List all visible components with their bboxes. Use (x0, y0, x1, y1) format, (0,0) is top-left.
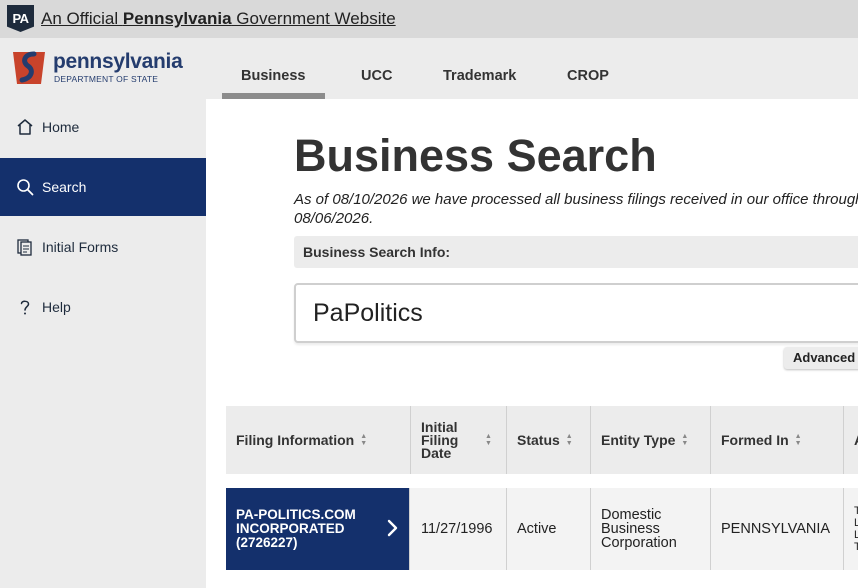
advanced-search-button[interactable]: Advanced (784, 347, 858, 369)
processing-notice: As of 08/10/2026 we have processed all b… (294, 191, 858, 227)
business-search-input[interactable]: PaPolitics (294, 283, 858, 343)
status-cell: Active (507, 488, 591, 570)
sidebar-item-label: Home (42, 119, 80, 135)
column-header-label: A (854, 433, 858, 447)
table-row[interactable]: PA-POLITICS.COM INCORPORATED (2726227) 1… (226, 488, 858, 570)
initial-filing-date-cell: 11/27/1996 (411, 488, 507, 570)
column-header-label: Filing Information (236, 431, 355, 448)
sort-arrows-icon: ▲ ▼ (681, 433, 689, 447)
logo-wordmark: pennsylvania (53, 50, 183, 73)
filing-info-text: PA-POLITICS.COM INCORPORATED (2726227) (236, 507, 356, 550)
sidebar-item-help[interactable]: Help (0, 278, 206, 336)
search-icon (17, 179, 34, 196)
tab-trademark[interactable]: Trademark (443, 68, 516, 84)
column-header-next[interactable]: A (844, 406, 858, 474)
tab-business[interactable]: Business (241, 68, 305, 84)
column-header-entity-type[interactable]: Entity Type ▲ ▼ (591, 406, 711, 474)
sort-arrows-icon: ▲ ▼ (485, 433, 492, 447)
banner-state: Pennsylvania (122, 9, 232, 28)
sidebar-item-home[interactable]: Home (0, 98, 206, 156)
dos-logo[interactable]: pennsylvania DEPARTMENT OF STATE (10, 46, 200, 88)
column-header-filing-information[interactable]: Filing Information ▲ ▼ (226, 406, 411, 474)
sort-arrows-icon: ▲ ▼ (565, 433, 573, 447)
column-header-initial-filing-date[interactable]: Initial Filing Date ▲ ▼ (411, 406, 507, 474)
help-icon (20, 300, 30, 315)
banner-suffix: Government Website (231, 9, 396, 28)
column-header-label: Formed In (721, 431, 789, 448)
chevron-right-icon (387, 519, 398, 537)
home-icon (17, 119, 33, 135)
sidebar-item-label: Search (42, 179, 87, 195)
official-site-banner: PA An Official Pennsylvania Government W… (0, 0, 858, 38)
tab-crop[interactable]: CROP (567, 68, 609, 84)
pa-shield-icon: PA (7, 5, 34, 32)
sidebar-nav: Home Search Initial Forms Help (0, 98, 206, 338)
filing-info-cell[interactable]: PA-POLITICS.COM INCORPORATED (2726227) (226, 488, 410, 570)
sidebar-item-label: Help (42, 299, 71, 315)
formed-in-cell: PENNSYLVANIA (711, 488, 844, 570)
sidebar: pennsylvania DEPARTMENT OF STATE Home Se… (0, 38, 206, 588)
forms-icon (17, 239, 32, 256)
column-header-label: Entity Type (601, 431, 676, 448)
column-header-label: Status (517, 431, 560, 448)
entity-type-cell: Domestic Business Corporation (591, 488, 711, 570)
results-table-header: Filing Information ▲ ▼ Initial Filing Dat… (226, 406, 858, 474)
keystone-logo-icon (13, 51, 45, 84)
sort-arrows-icon: ▲ ▼ (360, 433, 368, 447)
sidebar-item-initial-forms[interactable]: Initial Forms (0, 218, 206, 276)
active-tab-indicator (222, 93, 325, 99)
search-info-label: Business Search Info: (294, 236, 858, 268)
sidebar-item-search[interactable]: Search (0, 158, 206, 216)
sort-arrows-icon: ▲ ▼ (794, 433, 802, 447)
page-title: Business Search (294, 130, 657, 181)
logo-subtitle: DEPARTMENT OF STATE (54, 74, 159, 84)
official-site-link[interactable]: An Official Pennsylvania Government Webs… (41, 9, 396, 29)
column-header-label: Initial Filing Date (421, 418, 459, 461)
banner-prefix: An Official (41, 9, 123, 28)
next-column-cell: T L L T (854, 505, 858, 553)
column-header-formed-in[interactable]: Formed In ▲ ▼ (711, 406, 844, 474)
tab-ucc[interactable]: UCC (361, 68, 392, 84)
column-header-status[interactable]: Status ▲ ▼ (507, 406, 591, 474)
search-type-tabs: Business UCC Trademark CROP (206, 38, 858, 99)
sidebar-item-label: Initial Forms (42, 239, 119, 255)
